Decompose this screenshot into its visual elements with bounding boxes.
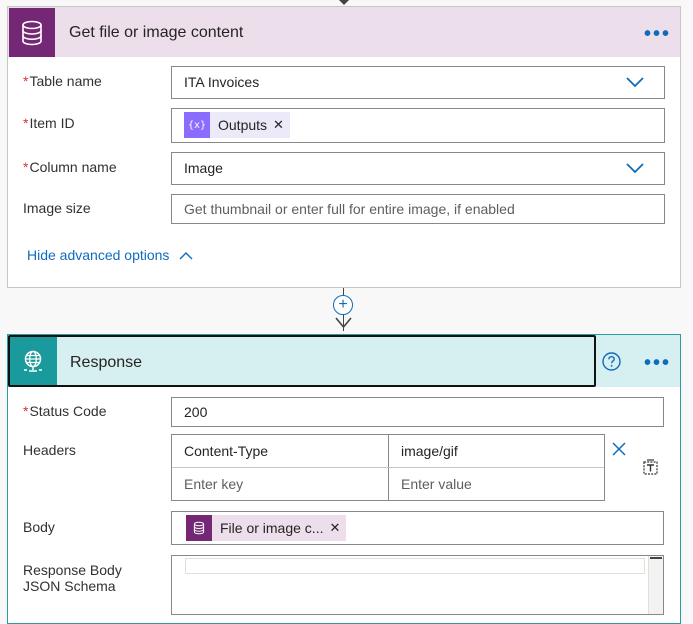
more-options-icon[interactable]: •••: [644, 24, 671, 44]
header-value-input[interactable]: image/gif: [389, 435, 604, 467]
insert-step-button[interactable]: +: [333, 295, 353, 315]
database-icon: [186, 515, 212, 541]
body-input[interactable]: File or image c... ✕: [171, 511, 664, 545]
table-name-dropdown[interactable]: ITA Invoices: [171, 66, 665, 99]
new-header-value-input[interactable]: Enter value: [389, 468, 604, 500]
response-action-card: Response ••• *Status Code 200 Headers Co…: [7, 334, 681, 624]
column-name-label: *Column name: [23, 159, 117, 175]
connector-line: [343, 288, 344, 295]
card-header[interactable]: Get file or image content •••: [8, 7, 680, 57]
file-or-image-token[interactable]: File or image c... ✕: [186, 515, 347, 541]
delete-header-icon[interactable]: [612, 442, 626, 456]
column-name-dropdown[interactable]: Image: [171, 152, 665, 185]
status-code-label: *Status Code: [23, 403, 107, 419]
get-file-action-card: Get file or image content ••• *Table nam…: [7, 6, 681, 288]
card-title: Response: [70, 354, 143, 371]
item-id-input[interactable]: {x} Outputs ✕: [171, 108, 665, 143]
image-size-label: Image size: [23, 200, 91, 216]
response-schema-label: Response Body JSON Schema: [23, 562, 122, 594]
switch-to-text-mode-icon[interactable]: [643, 459, 659, 475]
remove-token-icon[interactable]: ✕: [329, 520, 346, 536]
headers-table: Content-Type image/gif Enter key Enter v…: [171, 434, 605, 501]
image-size-input[interactable]: Get thumbnail or enter full for entire i…: [171, 194, 665, 224]
hide-advanced-options-link[interactable]: Hide advanced options: [27, 247, 193, 263]
table-name-label: *Table name: [23, 73, 102, 89]
expression-icon: {x}: [184, 112, 210, 138]
header-key-input[interactable]: Content-Type: [172, 435, 388, 467]
card-title: Get file or image content: [69, 24, 244, 41]
status-code-input[interactable]: 200: [171, 397, 664, 427]
item-id-label: *Item ID: [23, 115, 75, 131]
headers-label: Headers: [23, 442, 76, 458]
arrow-down-icon: [335, 317, 352, 329]
new-header-key-input[interactable]: Enter key: [172, 468, 388, 500]
response-schema-editor[interactable]: [171, 555, 664, 615]
chevron-down-icon: [626, 77, 644, 88]
more-options-icon[interactable]: •••: [644, 353, 671, 373]
editor-scrollbar[interactable]: [648, 556, 663, 614]
remove-token-icon[interactable]: ✕: [273, 117, 290, 133]
body-label: Body: [23, 519, 55, 535]
outputs-token[interactable]: {x} Outputs ✕: [184, 112, 290, 138]
editor-line: [185, 558, 645, 574]
card-header[interactable]: Response •••: [8, 335, 680, 387]
chevron-down-icon: [626, 163, 644, 174]
help-icon[interactable]: [602, 352, 621, 371]
database-icon: [9, 8, 55, 57]
chevron-up-icon: [179, 251, 193, 259]
incoming-arrow-icon: [338, 0, 350, 5]
